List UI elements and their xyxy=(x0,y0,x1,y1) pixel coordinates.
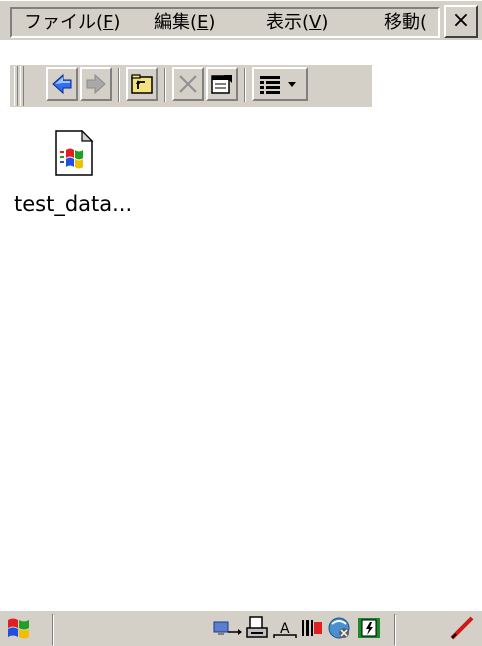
network-icon xyxy=(213,621,242,635)
menu-view[interactable]: 表示(V) xyxy=(266,12,328,34)
start-button[interactable] xyxy=(4,614,34,642)
menu-view-suffix: ) xyxy=(321,12,329,33)
tray-barcode[interactable] xyxy=(298,614,326,642)
delete-button[interactable] xyxy=(172,67,204,101)
view-details-icon xyxy=(260,76,296,94)
toolbar-separator xyxy=(164,68,166,102)
back-icon xyxy=(52,73,72,95)
close-button[interactable]: × xyxy=(444,5,478,38)
tray-pen[interactable] xyxy=(448,614,478,642)
file-item[interactable]: test_data... xyxy=(14,130,154,220)
file-name: test_data... xyxy=(14,192,133,216)
input-method-icon: A xyxy=(273,621,297,638)
menu-edit-suffix: ) xyxy=(208,12,216,33)
menu-file-suffix: ) xyxy=(113,12,121,33)
back-button[interactable] xyxy=(46,67,78,101)
toolbar-grip-2[interactable] xyxy=(20,66,24,106)
taskbar-separator xyxy=(394,614,396,646)
tray-wireless[interactable] xyxy=(326,614,354,642)
windows-document-icon xyxy=(55,130,94,176)
tray-input-method[interactable]: A xyxy=(272,614,298,642)
menu-file-label: ファイル( xyxy=(24,12,104,33)
toolbar-separator xyxy=(244,68,246,102)
properties-icon xyxy=(211,75,232,94)
wireless-disconnected-icon xyxy=(328,617,350,639)
menu-bar: ファイル(F) 編集(E) 表示(V) 移動( × xyxy=(0,0,482,40)
up-folder-icon xyxy=(131,74,153,94)
menu-view-label: 表示( xyxy=(266,12,310,33)
forward-icon xyxy=(86,73,106,95)
windows-start-icon xyxy=(8,618,29,639)
menu-edit[interactable]: 編集(E) xyxy=(154,12,215,34)
barcode-icon xyxy=(302,620,322,636)
forward-button[interactable] xyxy=(80,67,112,101)
tray-battery[interactable] xyxy=(356,614,384,642)
taskbar-separator xyxy=(52,614,54,646)
view-menu-button[interactable] xyxy=(252,67,308,101)
menu-view-accel: V xyxy=(309,12,322,33)
menu-go-label: 移動( xyxy=(384,12,428,33)
close-icon: × xyxy=(451,8,471,33)
toolbar-separator xyxy=(118,68,120,102)
toolbar-grip[interactable] xyxy=(14,66,18,106)
menu-file-accel: F xyxy=(103,12,114,33)
menu-edit-label: 編集( xyxy=(154,12,198,33)
properties-button[interactable] xyxy=(206,67,238,101)
pen-input-icon xyxy=(450,616,474,640)
menu-go[interactable]: 移動( xyxy=(384,12,427,34)
svg-text:A: A xyxy=(280,621,290,637)
menu-frame: ファイル(F) 編集(E) 表示(V) 移動( xyxy=(10,7,440,38)
printer-keyboard-icon xyxy=(246,616,268,638)
menu-file[interactable]: ファイル(F) xyxy=(24,12,120,34)
tray-printer[interactable] xyxy=(244,614,272,642)
tray-network[interactable] xyxy=(212,614,244,642)
up-folder-button[interactable] xyxy=(126,67,158,101)
battery-charging-icon xyxy=(358,618,380,638)
delete-icon xyxy=(179,75,197,93)
menu-edit-accel: E xyxy=(197,12,209,33)
